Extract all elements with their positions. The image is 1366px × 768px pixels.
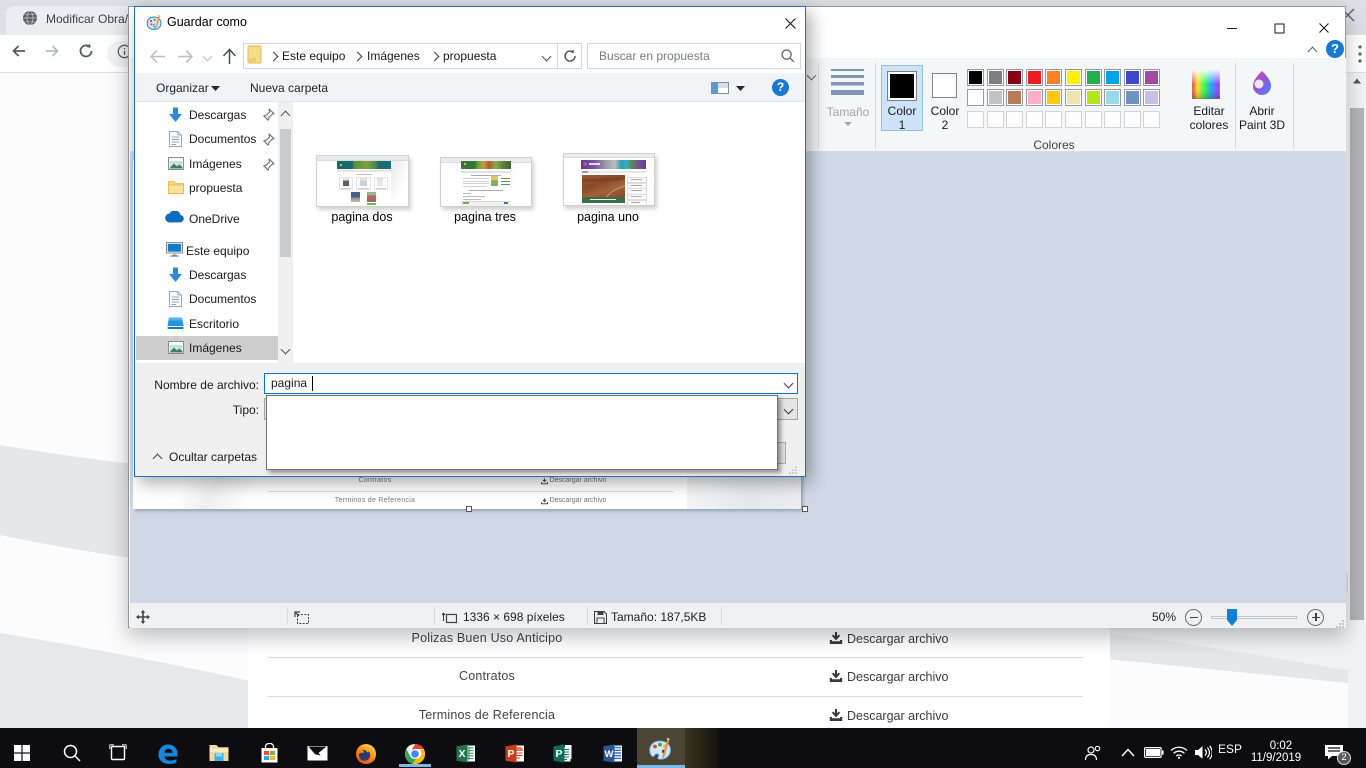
svg-text:W: W bbox=[605, 749, 614, 760]
svg-text:X: X bbox=[458, 748, 465, 760]
svg-text:P: P bbox=[507, 748, 514, 760]
svg-text:P: P bbox=[555, 748, 562, 760]
